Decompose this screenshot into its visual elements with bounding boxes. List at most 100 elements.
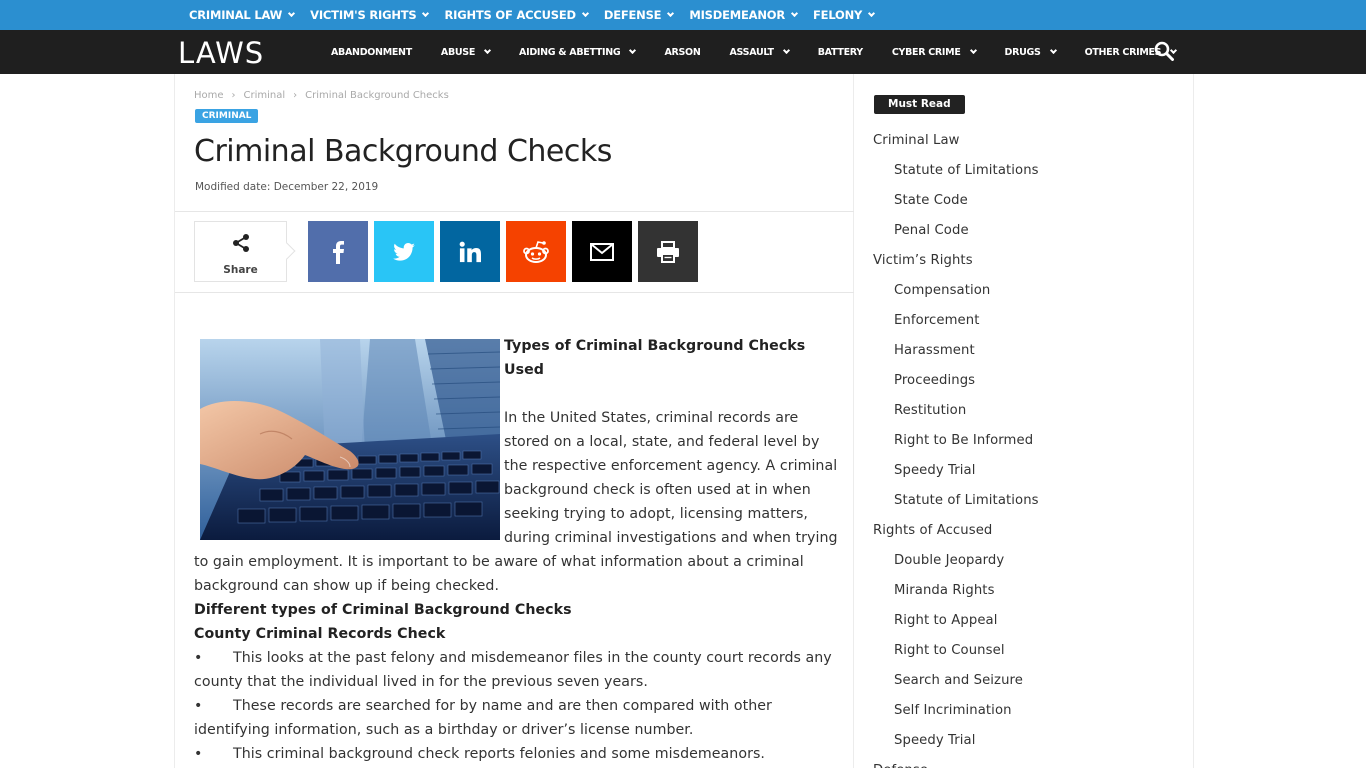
sidebar: Must Read Criminal Law Statute of Limitat… xyxy=(854,74,1194,768)
top-menu-defense[interactable]: DEFENSE xyxy=(604,8,675,22)
breadcrumb: Home › Criminal › Criminal Background Ch… xyxy=(194,90,449,101)
sidebar-item-right-to-be-informed[interactable]: Right to Be Informed xyxy=(873,426,1039,456)
nav-item-label: AIDING & ABETTING xyxy=(519,46,621,58)
sidebar-item-victim-s-rights[interactable]: Victim’s Rights xyxy=(873,246,1039,276)
main-nav: LAWS ABANDONMENT ABUSE AIDING & ABETTING… xyxy=(0,30,1366,74)
chevron-down-icon xyxy=(782,46,790,55)
nav-item-aiding-abetting[interactable]: AIDING & ABETTING xyxy=(519,46,637,58)
sidebar-item-defense[interactable]: Defense xyxy=(873,756,1039,768)
breadcrumb-current: Criminal Background Checks xyxy=(305,90,449,101)
list-item-text: This criminal background check reports f… xyxy=(233,746,765,762)
sidebar-item-search-and-seizure[interactable]: Search and Seizure xyxy=(873,666,1039,696)
share-icon xyxy=(233,234,249,252)
must-read-badge: Must Read xyxy=(874,95,965,114)
share-button[interactable]: Share xyxy=(194,221,287,282)
facebook-share-button[interactable] xyxy=(308,221,368,282)
top-menu-victims-rights[interactable]: VICTIM'S RIGHTS xyxy=(310,8,430,22)
nav-item-arson[interactable]: ARSON xyxy=(664,47,700,58)
chevron-down-icon xyxy=(1049,46,1057,55)
print-button[interactable] xyxy=(638,221,698,282)
sidebar-item-state-code[interactable]: State Code xyxy=(873,186,1039,216)
share-label: Share xyxy=(223,264,258,276)
sidebar-item-enforcement[interactable]: Enforcement xyxy=(873,306,1039,336)
paragraph-line: during criminal investigations and when … xyxy=(504,530,838,546)
linkedin-share-button[interactable] xyxy=(440,221,500,282)
sidebar-item-speedy-trial[interactable]: Speedy Trial xyxy=(873,726,1039,756)
top-category-menu: CRIMINAL LAW VICTIM'S RIGHTS RIGHTS OF A… xyxy=(189,0,890,30)
sidebar-item-self-incrimination[interactable]: Self Incrimination xyxy=(873,696,1039,726)
nav-item-battery[interactable]: BATTERY xyxy=(818,47,863,58)
sidebar-item-rights-of-accused[interactable]: Rights of Accused xyxy=(873,516,1039,546)
site-logo[interactable]: LAWS xyxy=(178,36,264,70)
chevron-down-icon xyxy=(667,9,675,18)
top-menu-label: VICTIM'S RIGHTS xyxy=(310,8,417,22)
intro-paragraph: In the United States, criminal records a… xyxy=(504,406,838,550)
section-heading-different-types: Different types of Criminal Background C… xyxy=(194,602,572,618)
email-share-button[interactable] xyxy=(572,221,632,282)
top-menu-felony[interactable]: FELONY xyxy=(813,8,876,22)
chevron-down-icon xyxy=(868,9,876,18)
sidebar-item-restitution[interactable]: Restitution xyxy=(873,396,1039,426)
email-icon xyxy=(590,242,614,261)
paragraph-line: background can show up if being checked. xyxy=(194,578,500,594)
sidebar-item-right-to-appeal[interactable]: Right to Appeal xyxy=(873,606,1039,636)
sidebar-item-speedy-trial[interactable]: Speedy Trial xyxy=(873,456,1039,486)
nav-item-label: ARSON xyxy=(664,46,701,58)
breadcrumb-home[interactable]: Home xyxy=(194,90,224,101)
nav-item-drugs[interactable]: DRUGS xyxy=(1004,46,1057,58)
main-nav-menu: ABANDONMENT ABUSE AIDING & ABETTING ARSO… xyxy=(331,30,1205,74)
page-title: Criminal Background Checks xyxy=(194,134,612,169)
twitter-share-button[interactable] xyxy=(374,221,434,282)
nav-item-label: DRUGS xyxy=(1004,46,1041,58)
sidebar-item-statute-of-limitations[interactable]: Statute of Limitations xyxy=(873,156,1039,186)
linkedin-icon xyxy=(459,241,481,262)
top-menu-rights-of-accused[interactable]: RIGHTS OF ACCUSED xyxy=(444,8,589,22)
nav-item-abuse[interactable]: ABUSE xyxy=(440,46,492,58)
chevron-down-icon xyxy=(790,9,799,18)
sidebar-item-miranda-rights[interactable]: Miranda Rights xyxy=(873,576,1039,606)
sidebar-item-criminal-law[interactable]: Criminal Law xyxy=(873,126,1039,156)
top-menu-label: RIGHTS OF ACCUSED xyxy=(444,8,576,22)
nav-item-abandonment[interactable]: ABANDONMENT xyxy=(331,47,412,58)
sidebar-item-penal-code[interactable]: Penal Code xyxy=(873,216,1039,246)
divider xyxy=(175,211,854,212)
top-menu-criminal-law[interactable]: CRIMINAL LAW xyxy=(189,8,296,22)
nav-item-assault[interactable]: ASSAULT xyxy=(729,46,790,58)
nav-item-label: BATTERY xyxy=(817,46,863,58)
top-menu-label: FELONY xyxy=(813,8,863,22)
category-badge[interactable]: CRIMINAL xyxy=(195,109,259,123)
chevron-down-icon xyxy=(969,46,977,55)
breadcrumb-separator: › xyxy=(231,90,236,101)
facebook-icon xyxy=(333,240,344,264)
paragraph-line: background check is often used at in whe… xyxy=(504,482,811,498)
sidebar-item-right-to-counsel[interactable]: Right to Counsel xyxy=(873,636,1039,666)
article-column: Home › Criminal › Criminal Background Ch… xyxy=(174,74,854,768)
heading-line: Used xyxy=(504,362,544,378)
print-icon xyxy=(657,240,679,263)
sidebar-item-statute-of-limitations[interactable]: Statute of Limitations xyxy=(873,486,1039,516)
nav-item-label: ABUSE xyxy=(440,46,476,58)
top-category-bar: CRIMINAL LAW VICTIM'S RIGHTS RIGHTS OF A… xyxy=(0,0,1366,30)
sidebar-item-double-jeopardy[interactable]: Double Jeopardy xyxy=(873,546,1039,576)
chevron-down-icon xyxy=(288,9,296,18)
twitter-icon xyxy=(393,242,415,261)
chevron-down-icon xyxy=(629,46,637,55)
section-heading-types: Types of Criminal Background Checks Used xyxy=(504,334,805,382)
top-menu-label: MISDEMEANOR xyxy=(689,8,786,22)
sidebar-item-compensation[interactable]: Compensation xyxy=(873,276,1039,306)
list-item: • This looks at the past felony and misde… xyxy=(194,646,844,670)
search-icon[interactable] xyxy=(1154,41,1174,61)
sidebar-item-proceedings[interactable]: Proceedings xyxy=(873,366,1039,396)
nav-item-label: CYBER CRIME xyxy=(891,46,961,58)
sidebar-item-harassment[interactable]: Harassment xyxy=(873,336,1039,366)
nav-item-label: ABANDONMENT xyxy=(331,46,412,58)
paragraph-line: In the United States, criminal records a… xyxy=(504,410,799,426)
top-menu-misdemeanor[interactable]: MISDEMEANOR xyxy=(689,8,799,22)
section-heading-county: County Criminal Records Check xyxy=(194,626,446,642)
nav-item-cyber-crime[interactable]: CYBER CRIME xyxy=(891,46,977,58)
bullet: • xyxy=(194,746,203,762)
paragraph-line: to gain employment. It is important to b… xyxy=(194,554,804,570)
reddit-share-button[interactable] xyxy=(506,221,566,282)
breadcrumb-section[interactable]: Criminal xyxy=(244,90,286,101)
list-item-text: This looks at the past felony and misdem… xyxy=(233,650,832,666)
